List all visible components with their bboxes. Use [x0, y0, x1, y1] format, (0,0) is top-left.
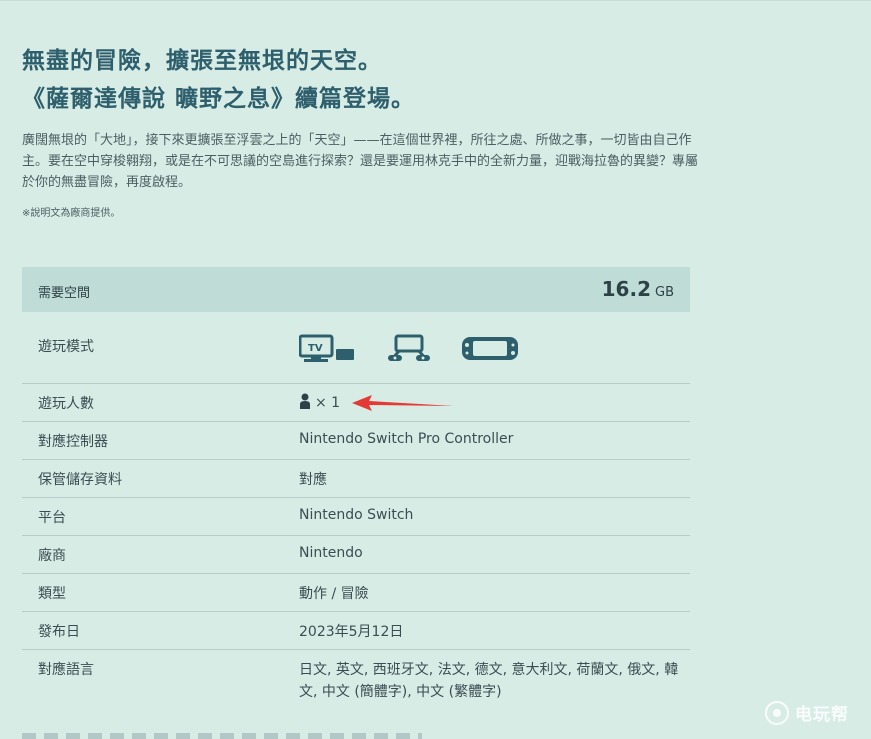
top-divider: [0, 0, 871, 1]
controllers-row: 對應控制器 Nintendo Switch Pro Controller: [22, 422, 690, 460]
players-label: 遊玩人數: [38, 396, 94, 412]
controllers-label: 對應控制器: [38, 434, 108, 450]
watermark: 电玩帮: [765, 700, 849, 725]
publisher-label: 廠商: [38, 548, 66, 564]
save-data-value: 對應: [299, 472, 327, 488]
space-value: 16.2 GB: [602, 277, 674, 301]
spec-table: 需要空間 16.2 GB 遊玩模式 TV 遊玩人數 × 1 對應控制器 Nint…: [22, 267, 690, 705]
description-note: ※說明文為廠商提供。: [22, 208, 121, 219]
cutoff-text-fragment: [22, 733, 422, 739]
controllers-value: Nintendo Switch Pro Controller: [299, 431, 514, 447]
languages-label: 對應語言: [38, 662, 94, 678]
headline: 無盡的冒險，擴張至無垠的天空。 《薩爾達傳說 曠野之息》續篇登場。: [22, 42, 722, 118]
publisher-row: 廠商 Nintendo: [22, 536, 690, 574]
platform-label: 平台: [38, 510, 66, 526]
headline-line-1: 無盡的冒險，擴張至無垠的天空。: [22, 48, 382, 74]
svg-text:TV: TV: [308, 343, 323, 354]
players-count: × 1: [315, 395, 341, 411]
space-unit: GB: [655, 285, 674, 300]
red-arrow-annotation: [352, 395, 454, 411]
tv-mode-icon: TV: [298, 334, 357, 366]
genre-value: 動作 / 冒險: [299, 586, 369, 602]
save-data-row: 保管儲存資料 對應: [22, 460, 690, 498]
release-value: 2023年5月12日: [299, 624, 404, 640]
handheld-mode-icon: [461, 334, 519, 366]
play-mode-label: 遊玩模式: [38, 339, 94, 355]
publisher-value: Nintendo: [299, 545, 363, 561]
description: 廣闊無垠的「大地」，接下來更擴張至浮雲之上的「天空」——在這個世界裡，所往之處、…: [22, 133, 699, 190]
headline-line-2: 《薩爾達傳說 曠野之息》續篇登場。: [22, 86, 416, 112]
space-label: 需要空間: [38, 286, 91, 301]
players-value: × 1: [299, 393, 340, 413]
platform-value: Nintendo Switch: [299, 507, 414, 523]
genre-label: 類型: [38, 586, 66, 602]
watermark-text: 电玩帮: [795, 705, 849, 725]
play-mode-row: 遊玩模式 TV: [22, 312, 690, 384]
languages-value: 日文, 英文, 西班牙文, 法文, 德文, 意大利文, 荷蘭文, 俄文, 韓文,…: [299, 662, 679, 700]
space-number: 16.2: [601, 277, 651, 301]
person-icon: [299, 393, 315, 413]
languages-row: 對應語言 日文, 英文, 西班牙文, 法文, 德文, 意大利文, 荷蘭文, 俄文…: [22, 650, 690, 705]
platform-row: 平台 Nintendo Switch: [22, 498, 690, 536]
genre-row: 類型 動作 / 冒險: [22, 574, 690, 612]
tabletop-mode-icon: [387, 334, 431, 366]
release-row: 發布日 2023年5月12日: [22, 612, 690, 650]
watermark-logo-icon: [765, 700, 789, 725]
save-data-label: 保管儲存資料: [38, 472, 122, 488]
space-row: 需要空間 16.2 GB: [22, 267, 690, 312]
release-label: 發布日: [38, 624, 80, 640]
play-mode-icons: TV: [298, 334, 519, 366]
